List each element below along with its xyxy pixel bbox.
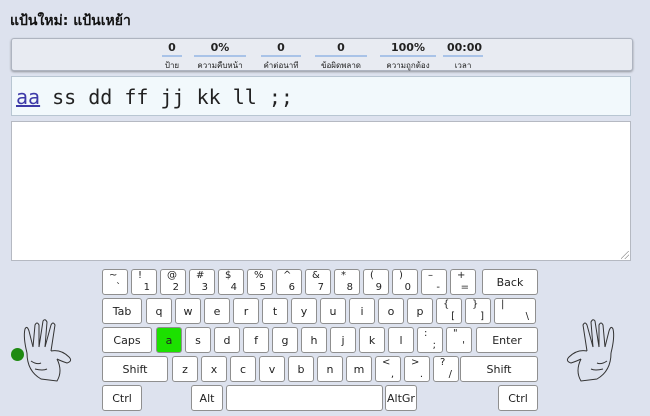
key-h[interactable]: h <box>301 327 327 353</box>
key-b[interactable]: b <box>288 356 314 382</box>
key-o[interactable]: o <box>378 298 404 324</box>
stat-stickers: 0 ป้าย <box>162 41 182 72</box>
enter-key[interactable]: Enter <box>476 327 538 353</box>
typing-area[interactable] <box>11 121 631 261</box>
left-ctrl-key[interactable]: Ctrl <box>102 385 142 411</box>
stat-value: 00:00 <box>443 41 483 57</box>
right-shift-key[interactable]: Shift <box>460 356 538 382</box>
stat-progress: 0% ความคืบหน้า <box>194 41 246 72</box>
key-num-8[interactable]: * 8 <box>334 269 360 295</box>
key-d[interactable]: d <box>214 327 240 353</box>
key-k[interactable]: k <box>359 327 385 353</box>
stat-value: 100% <box>380 41 436 57</box>
stat-label: ความคืบหน้า <box>197 61 243 70</box>
key-num-6[interactable]: ^ 6 <box>276 269 302 295</box>
stat-accuracy: 100% ความถูกต้อง <box>380 41 436 72</box>
key-w[interactable]: w <box>175 298 201 324</box>
key-backtick[interactable]: ~ ` <box>102 269 128 295</box>
right-hand-icon <box>566 319 615 382</box>
stat-wpm: 0 คำต่อนาที <box>261 41 301 72</box>
key-t[interactable]: t <box>262 298 288 324</box>
stat-time: 00:00 เวลา <box>443 41 483 72</box>
key-a[interactable]: a <box>156 327 182 353</box>
stat-errors: 0 ข้อผิดพลาด <box>315 41 367 72</box>
key-u[interactable]: u <box>320 298 346 324</box>
stat-label: เวลา <box>454 61 472 70</box>
key-num-11[interactable]: – - <box>421 269 447 295</box>
key-bracket-2[interactable]: | \ <box>494 298 536 324</box>
tab-key[interactable]: Tab <box>102 298 142 324</box>
key-num-3[interactable]: #3 <box>189 269 215 295</box>
remaining-text: ss dd ff jj kk ll ;; <box>40 85 293 109</box>
practice-text: aa ss dd ff jj kk ll ;; <box>11 76 631 116</box>
key-num-12[interactable]: + = <box>450 269 476 295</box>
stat-label: ข้อผิดพลาด <box>320 61 362 70</box>
space-key[interactable] <box>226 385 383 411</box>
left-shift-key[interactable]: Shift <box>102 356 168 382</box>
key-m[interactable]: m <box>346 356 372 382</box>
key-num-4[interactable]: $4 <box>218 269 244 295</box>
key-punct-row4-1[interactable]: >. <box>404 356 430 382</box>
alt-key[interactable]: Alt <box>191 385 223 411</box>
key-bracket-0[interactable]: {[ <box>436 298 462 324</box>
altgr-key[interactable]: AltGr <box>385 385 417 411</box>
key-num-5[interactable]: % 5 <box>247 269 273 295</box>
key-x[interactable]: x <box>201 356 227 382</box>
key-num-2[interactable]: @2 <box>160 269 186 295</box>
stat-value: 0 <box>261 41 301 57</box>
key-i[interactable]: i <box>349 298 375 324</box>
key-f[interactable]: f <box>243 327 269 353</box>
caps-lock-key[interactable]: Caps <box>102 327 152 353</box>
page-title: แป้นใหม่: แป้นเหย้า <box>10 13 131 29</box>
key-num-1[interactable]: ! 1 <box>131 269 157 295</box>
stat-label: ความถูกต้อง <box>386 61 430 70</box>
resize-grip-icon[interactable] <box>621 251 629 259</box>
key-z[interactable]: z <box>172 356 198 382</box>
key-num-7[interactable]: & 7 <box>305 269 331 295</box>
key-bracket-1[interactable]: }] <box>465 298 491 324</box>
key-num-10[interactable]: ) 0 <box>392 269 418 295</box>
key-p[interactable]: p <box>407 298 433 324</box>
typed-text: aa <box>16 85 41 109</box>
stats-panel: 0 ป้าย 0% ความคืบหน้า 0 คำต่อนาที 0 ข้อผ… <box>11 38 633 71</box>
key-j[interactable]: j <box>330 327 356 353</box>
stat-value: 0% <box>194 41 246 57</box>
key-y[interactable]: y <box>291 298 317 324</box>
backspace-key[interactable]: Back <box>482 269 538 295</box>
key-r[interactable]: r <box>233 298 259 324</box>
stat-label: ป้าย <box>164 61 180 70</box>
key-q[interactable]: q <box>146 298 172 324</box>
key-v[interactable]: v <box>259 356 285 382</box>
key-g[interactable]: g <box>272 327 298 353</box>
key-n[interactable]: n <box>317 356 343 382</box>
stat-value: 0 <box>162 41 182 57</box>
stat-label: คำต่อนาที <box>263 61 299 70</box>
right-ctrl-key[interactable]: Ctrl <box>498 385 538 411</box>
key-punct-1[interactable]: " ' <box>446 327 472 353</box>
stat-value: 0 <box>315 41 367 57</box>
key-punct-row4-2[interactable]: ? / <box>433 356 459 382</box>
key-l[interactable]: l <box>388 327 414 353</box>
key-punct-0[interactable]: :; <box>417 327 443 353</box>
key-num-9[interactable]: (9 <box>363 269 389 295</box>
key-punct-row4-0[interactable]: <, <box>375 356 401 382</box>
left-hand-icon <box>23 319 72 382</box>
key-c[interactable]: c <box>230 356 256 382</box>
key-s[interactable]: s <box>185 327 211 353</box>
key-e[interactable]: e <box>204 298 230 324</box>
